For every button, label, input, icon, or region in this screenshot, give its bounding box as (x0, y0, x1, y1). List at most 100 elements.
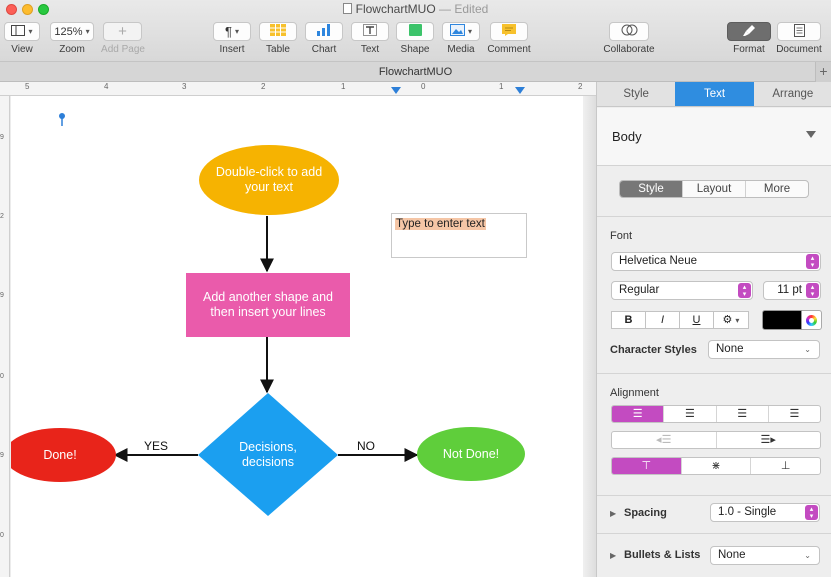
font-section-label: Font (610, 230, 633, 242)
media-button[interactable]: ▾ (442, 22, 480, 41)
zoom-select[interactable]: 125% ▾ (50, 22, 94, 41)
tab-arrange[interactable]: Arrange (754, 82, 831, 106)
ruler-number: 1 (499, 82, 504, 91)
process-shape-text[interactable]: Add another shape and then insert your l… (191, 282, 345, 328)
align-justify-icon[interactable]: ☰ (769, 406, 820, 422)
table-button[interactable] (259, 22, 297, 41)
disclosure-triangle-icon[interactable]: ▶ (610, 509, 616, 518)
tab-text[interactable]: Text (675, 82, 754, 106)
horizontal-ruler[interactable]: 5 4 3 2 1 0 1 2 (0, 82, 596, 96)
done-shape-text[interactable]: Done! (21, 445, 99, 465)
align-middle-icon[interactable]: ⋇ (682, 458, 752, 474)
bold-button[interactable]: B (611, 311, 646, 329)
photo-icon (449, 24, 465, 39)
format-label: Format (733, 44, 765, 55)
media-label: Media (447, 44, 475, 55)
document-tab-bar: FlowchartMUO + (0, 62, 831, 82)
stepper-arrows-icon: ▴ ▾ (806, 283, 819, 298)
font-family-select[interactable]: Helvetica Neue ▴ ▾ (611, 252, 821, 271)
color-wheel-button[interactable] (802, 310, 822, 330)
alignment-section-label: Alignment (610, 387, 659, 399)
spacing-label: Spacing (624, 507, 667, 519)
chevron-down-icon: ▾ (85, 27, 90, 36)
text-box[interactable]: Type to enter text (391, 213, 527, 258)
start-shape-text[interactable]: Double-click to add your text (206, 160, 332, 200)
ruler-number: 0 (421, 82, 426, 91)
chart-label: Chart (311, 44, 337, 55)
format-inspector: Style Text Arrange Body Style Layout Mor… (596, 82, 831, 577)
ruler-number: 2 (261, 82, 266, 91)
bar-chart-icon (316, 24, 332, 39)
document-icon (342, 3, 352, 14)
plus-icon: + (819, 63, 828, 79)
collaborate-button[interactable] (609, 22, 649, 41)
view-button[interactable]: ▾ (4, 22, 40, 41)
yes-label[interactable]: YES (144, 439, 168, 453)
chart-button[interactable] (305, 22, 343, 41)
font-size-field[interactable]: 11 pt ▴ ▾ (763, 281, 821, 300)
right-indent-marker[interactable] (515, 87, 525, 94)
underline-button[interactable]: U (679, 311, 714, 329)
pilcrow-icon: ¶ (225, 24, 232, 39)
text-box-icon (363, 24, 377, 39)
align-top-icon[interactable]: ⊤ (612, 458, 682, 474)
stepper-arrows-icon: ▴ ▾ (805, 505, 818, 520)
document-page-icon (793, 23, 805, 40)
zoom-label: Zoom (59, 44, 85, 55)
subtab-layout[interactable]: Layout (683, 181, 746, 197)
chevron-down-icon: ▾ (467, 27, 472, 36)
subtab-more[interactable]: More (746, 181, 808, 197)
disclosure-triangle-icon[interactable]: ▶ (610, 551, 616, 560)
decision-shape-text[interactable]: Decisions, decisions (223, 436, 313, 474)
color-wheel-icon (806, 315, 817, 326)
not-done-shape-text[interactable]: Not Done! (426, 444, 516, 464)
text-box-placeholder[interactable]: Type to enter text (395, 218, 486, 230)
left-indent-marker[interactable] (391, 87, 401, 94)
table-icon (270, 24, 286, 39)
text-color-well[interactable] (762, 310, 802, 330)
decrease-indent-icon[interactable]: ◂☰ (612, 432, 717, 448)
add-page-label: Add Page (101, 44, 145, 55)
bullets-lists-select[interactable]: None ⌄ (710, 546, 820, 565)
document-label: Document (776, 44, 822, 55)
align-left-icon[interactable]: ☰ (612, 406, 665, 422)
no-label[interactable]: NO (357, 439, 375, 453)
comment-button[interactable] (490, 22, 528, 41)
document-canvas[interactable]: Double-click to add your text Add anothe… (11, 96, 596, 577)
subtab-style[interactable]: Style (620, 181, 683, 197)
paragraph-style-picker[interactable]: Body (597, 108, 831, 166)
shape-button[interactable] (396, 22, 434, 41)
indent-group: ◂☰ ☰▸ (611, 431, 821, 449)
vertical-ruler[interactable]: 9 2 9 0 9 0 (0, 96, 10, 577)
ruler-number: 5 (25, 82, 30, 91)
insert-label: Insert (219, 44, 245, 55)
align-right-icon[interactable]: ☰ (717, 406, 769, 422)
ruler-number: 2 (0, 213, 4, 220)
chevron-down-icon: ▾ (735, 316, 740, 325)
text-options-button[interactable]: ⚙ ▾ (713, 311, 749, 329)
align-center-icon[interactable]: ☰ (664, 406, 717, 422)
ruler-number: 2 (578, 82, 583, 91)
paintbrush-icon (742, 24, 756, 40)
document-tab-title[interactable]: FlowchartMUO (379, 66, 452, 78)
insert-button[interactable]: ¶ ▾ (213, 22, 251, 41)
character-styles-select[interactable]: None ⌄ (708, 340, 820, 359)
text-button[interactable] (351, 22, 389, 41)
stepper-arrows-icon: ▴ ▾ (806, 254, 819, 269)
spacing-select[interactable]: 1.0 - Single ▴ ▾ (710, 503, 820, 522)
new-tab-button[interactable]: + (815, 62, 831, 82)
canvas-edge (583, 96, 596, 577)
italic-button[interactable]: I (645, 311, 680, 329)
document-button[interactable] (777, 22, 821, 41)
format-button[interactable] (727, 22, 771, 41)
align-bottom-icon[interactable]: ⊥ (751, 458, 820, 474)
character-styles-label: Character Styles (610, 344, 697, 356)
ruler-number: 9 (0, 292, 4, 299)
shape-label: Shape (400, 44, 430, 55)
ruler-number: 3 (182, 82, 187, 91)
inspector-tabs: Style Text Arrange (597, 82, 831, 107)
tab-style[interactable]: Style (597, 82, 675, 106)
add-page-button[interactable]: + (103, 22, 142, 41)
increase-indent-icon[interactable]: ☰▸ (717, 432, 821, 448)
font-weight-select[interactable]: Regular ▴ ▾ (611, 281, 753, 300)
